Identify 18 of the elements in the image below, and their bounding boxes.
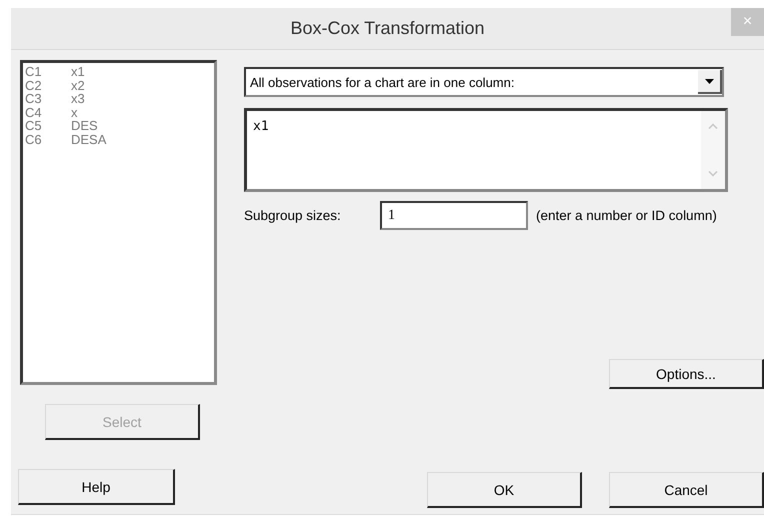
- hint-text: (enter a number or ID column): [536, 208, 717, 223]
- column-item[interactable]: C4 x: [25, 106, 212, 119]
- column-item[interactable]: C2 x2: [25, 78, 212, 92]
- options-button[interactable]: Options...: [609, 359, 764, 389]
- ok-button[interactable]: OK: [427, 472, 582, 508]
- scroll-down-icon[interactable]: [708, 171, 718, 177]
- variables-field[interactable]: x1: [244, 108, 728, 192]
- column-item[interactable]: C5 DES: [25, 119, 212, 132]
- cancel-button[interactable]: Cancel: [609, 472, 764, 508]
- layout-dropdown[interactable]: All observations for a chart are in one column:: [244, 67, 724, 97]
- subgroup-label: Subgroup sizes:: [244, 208, 342, 223]
- window-title: Box-Cox Transformation: [290, 18, 485, 39]
- column-item[interactable]: C6 DESA: [25, 132, 212, 146]
- scroll-up-icon[interactable]: [708, 123, 718, 129]
- help-button[interactable]: Help: [18, 469, 175, 505]
- column-item[interactable]: C1 x1: [25, 65, 212, 78]
- subgroup-field[interactable]: 1: [380, 201, 528, 230]
- column-item[interactable]: C3 x3: [25, 92, 212, 106]
